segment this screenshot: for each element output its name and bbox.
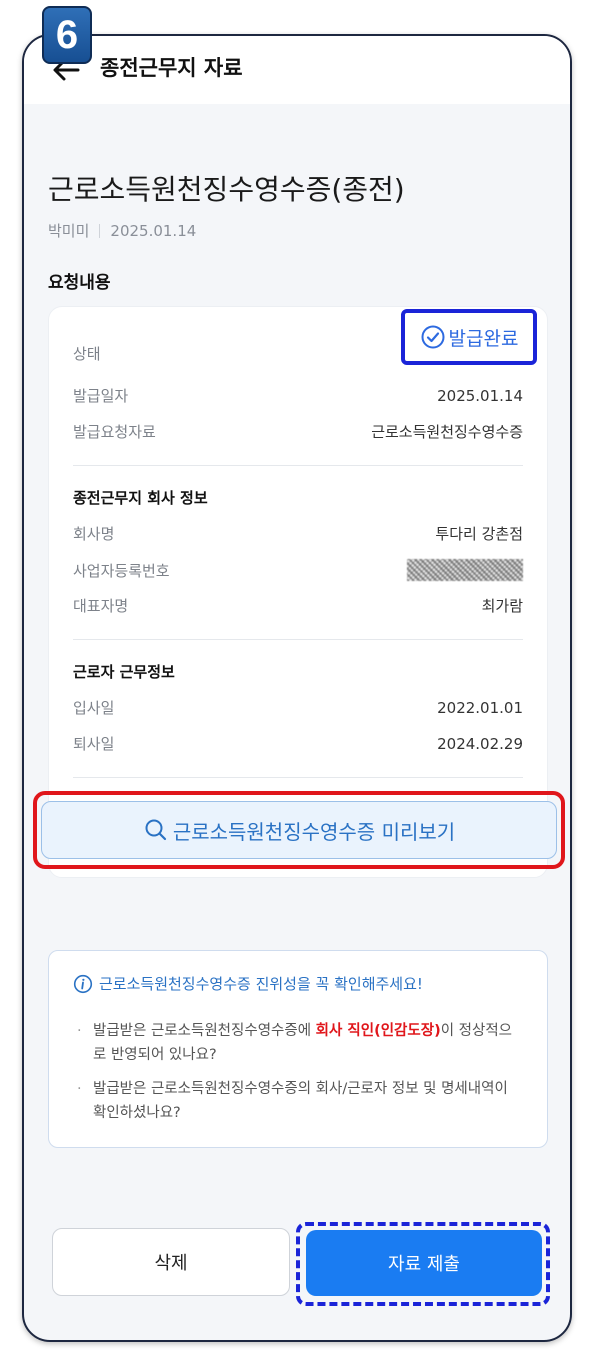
issue-date-label: 발급일자 — [73, 387, 129, 405]
join-date-label: 입사일 — [73, 699, 115, 717]
status-value: 발급완료 — [448, 327, 519, 350]
preview-document-button[interactable]: 근로소득원천징수영수증 미리보기 — [41, 801, 557, 859]
app-bar: 종전근무지 자료 — [24, 36, 570, 104]
preview-button-label: 근로소득원천징수영수증 미리보기 — [172, 819, 456, 844]
submit-button[interactable]: 자료 제출 — [306, 1230, 542, 1296]
work-info-title: 근로자 근무정보 — [73, 663, 175, 681]
requested-doc-row: 발급요청자료 근로소득원천징수영수증 — [73, 421, 523, 442]
issue-date-row: 발급일자 2025.01.14 — [73, 385, 523, 406]
request-detail-card: 상태 발급완료 발급일자 2025.01.14 발급요청자료 근로소득원천징수영… — [33, 306, 565, 878]
search-icon — [145, 819, 166, 841]
notice-heading-text: 근로소득원천징수영수증 진위성을 꼭 확인해주세요! — [99, 975, 423, 993]
leave-date-row: 퇴사일 2024.02.29 — [73, 733, 523, 754]
bizno-value-redacted — [407, 559, 523, 581]
request-date: 2025.01.14 — [110, 221, 197, 240]
company-name-label: 회사명 — [73, 525, 115, 543]
join-date-row: 입사일 2022.01.01 — [73, 697, 523, 718]
leave-date-label: 퇴사일 — [73, 735, 115, 753]
document-meta: 박미미 2025.01.14 — [48, 220, 196, 241]
request-section-title: 요청내용 — [48, 273, 111, 293]
page-title: 종전근무지 자료 — [100, 56, 243, 80]
check-circle-icon — [421, 325, 445, 349]
bizno-row: 사업자등록번호 — [73, 559, 523, 581]
notice-item: 발급받은 근로소득원천징수영수증에 회사 직인(인감도장)이 정상적으로 반영되… — [77, 1019, 525, 1067]
company-info-title: 종전근무지 회사 정보 — [73, 489, 208, 507]
ceo-value: 최가람 — [481, 597, 523, 615]
ceo-label: 대표자명 — [73, 597, 129, 615]
join-date-value: 2022.01.01 — [437, 698, 523, 717]
notice-item-text: 발급받은 근로소득원천징수영수증에 — [93, 1023, 316, 1039]
notice-item: 발급받은 근로소득원천징수영수증의 회사/근로자 정보 및 명세내역이 확인하셨… — [77, 1077, 525, 1125]
bizno-label: 사업자등록번호 — [73, 561, 170, 580]
status-highlight-box: 발급완료 — [401, 309, 537, 365]
notice-item-highlight: 회사 직인(인감도장) — [315, 1023, 441, 1039]
divider — [73, 777, 523, 778]
info-icon — [73, 974, 93, 993]
delete-button[interactable]: 삭제 — [52, 1228, 290, 1296]
company-name-row: 회사명 투다리 강촌점 — [73, 523, 523, 544]
requester-name: 박미미 — [48, 222, 90, 240]
authenticity-notice: 근로소득원천징수영수증 진위성을 꼭 확인해주세요! 발급받은 근로소득원천징수… — [48, 950, 548, 1148]
divider — [73, 639, 523, 640]
divider — [73, 465, 523, 466]
ceo-row: 대표자명 최가람 — [73, 595, 523, 616]
document-title: 근로소득원천징수영수증(종전) — [48, 173, 405, 206]
requested-doc-label: 발급요청자료 — [73, 423, 156, 441]
issue-date-value: 2025.01.14 — [437, 386, 523, 405]
phone-frame: 종전근무지 자료 근로소득원천징수영수증(종전) 박미미 2025.01.14 … — [22, 34, 572, 1342]
status-label: 상태 — [73, 345, 101, 363]
notice-heading: 근로소득원천징수영수증 진위성을 꼭 확인해주세요! — [73, 973, 423, 994]
status-badge: 발급완료 — [420, 324, 519, 351]
requested-doc-value: 근로소득원천징수영수증 — [371, 423, 523, 441]
leave-date-value: 2024.02.29 — [437, 734, 523, 753]
company-name-value: 투다리 강촌점 — [435, 525, 523, 543]
meta-divider — [99, 223, 101, 238]
step-number-badge: 6 — [42, 6, 92, 64]
